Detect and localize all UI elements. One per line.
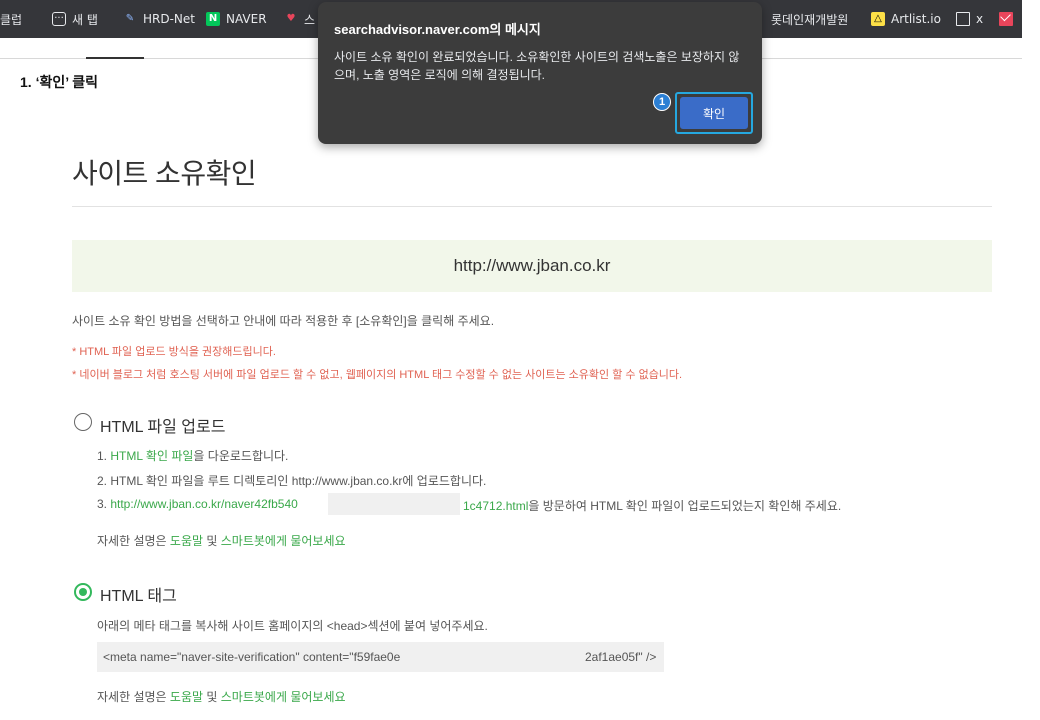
site-url: http://www.jban.co.kr	[453, 256, 611, 275]
step-number: 1.	[97, 449, 111, 463]
smartbot-link[interactable]: 스마트봇에게 물어보세요	[221, 690, 346, 704]
dialog-message: 사이트 소유 확인이 완료되었습니다. 소유확인한 사이트의 검색노출은 보장하…	[334, 50, 740, 82]
redacted-block	[328, 493, 460, 515]
help-middle: 및	[203, 534, 221, 548]
help-prefix: 자세한 설명은	[97, 534, 170, 548]
bookmark-label: 클럽	[0, 12, 23, 27]
upload-step-3-end: 1c4712.html을 방문하여 HTML 확인 파일이 업로드되었는지 확인…	[463, 497, 841, 514]
bookmark-label: 롯데인재개발원	[771, 12, 849, 27]
radio-html-tag[interactable]	[74, 583, 92, 601]
bookmark-artlist[interactable]: △ Artlist.io	[871, 0, 941, 38]
upload-step-3: 3. http://www.jban.co.kr/naver42fb540	[97, 497, 298, 511]
help-prefix: 자세한 설명은	[97, 690, 170, 704]
step-text: 을 다운로드합니다.	[193, 449, 289, 463]
active-tab-indicator	[86, 57, 144, 59]
document-icon	[956, 12, 970, 26]
ok-button-highlight: 확인	[675, 92, 753, 134]
smartbot-link[interactable]: 스마트봇에게 물어보세요	[221, 534, 346, 548]
help-link[interactable]: 도움말	[170, 534, 203, 548]
site-url-box: http://www.jban.co.kr	[72, 240, 992, 292]
naver-icon: N	[206, 12, 220, 26]
verification-url-link-end[interactable]: 1c4712.html	[463, 499, 528, 513]
note-restriction: * 네이버 블로그 처럼 호스팅 서버에 파일 업로드 할 수 없고, 웹페이지…	[72, 369, 683, 381]
bookmark-x[interactable]: x	[956, 0, 983, 38]
bookmark-label: 새 탭	[72, 12, 98, 27]
bookmark-label: NAVER	[226, 12, 267, 26]
help-line-tag: 자세한 설명은 도움말 및 스마트봇에게 물어보세요	[97, 688, 346, 705]
option-label-html-file-upload[interactable]: HTML 파일 업로드	[100, 413, 225, 437]
page-title: 사이트 소유확인	[72, 158, 257, 189]
bookmark-mail[interactable]	[999, 0, 1013, 38]
help-middle: 및	[203, 690, 221, 704]
upload-step-1: 1. HTML 확인 파일을 다운로드합니다.	[97, 447, 288, 464]
bookmark-label: HRD-Net	[143, 12, 195, 26]
bookmark-naver[interactable]: N NAVER	[206, 0, 267, 38]
upload-step-2: 2. HTML 확인 파일을 루트 디렉토리인 http://www.jban.…	[97, 474, 487, 488]
alert-dialog: searchadvisor.naver.com의 메시지 사이트 소유 확인이 …	[318, 2, 762, 144]
mail-icon	[999, 12, 1013, 26]
bookmark-label: Artlist.io	[891, 12, 941, 26]
option-label-html-tag[interactable]: HTML 태그	[100, 582, 177, 606]
bookmark-heart[interactable]: ♥ 스	[284, 0, 316, 38]
step-number: 3.	[97, 497, 111, 511]
dialog-title: searchadvisor.naver.com의 메시지	[334, 22, 541, 37]
bookmark-hrd-net[interactable]: ✎ HRD-Net	[123, 0, 195, 38]
help-line-upload: 자세한 설명은 도움말 및 스마트봇에게 물어보세요	[97, 532, 346, 549]
title-divider	[72, 206, 992, 207]
step-text: 을 방문하여 HTML 확인 파일이 업로드되었는지 확인해 주세요.	[528, 499, 842, 513]
new-tab-icon: ···	[52, 12, 66, 26]
bookmark-label: 스	[304, 12, 316, 27]
help-link[interactable]: 도움말	[170, 690, 203, 704]
bookmark-lotte[interactable]: 롯데인재개발원	[771, 0, 848, 38]
ok-button[interactable]: 확인	[680, 97, 748, 129]
guide-text: 사이트 소유 확인 방법을 선택하고 안내에 따라 적용한 후 [소유확인]을 …	[72, 314, 495, 328]
artlist-icon: △	[871, 12, 885, 26]
meta-tag-box[interactable]: <meta name="naver-site-verification" con…	[97, 642, 664, 672]
hrd-net-icon: ✎	[125, 13, 135, 24]
meta-tag-start: <meta name="naver-site-verification" con…	[103, 650, 401, 664]
step-caption: 1. ‘확인’ 클릭	[20, 74, 98, 90]
bookmark-club[interactable]: 클럽	[0, 0, 22, 38]
verification-url-link-start[interactable]: http://www.jban.co.kr/naver42fb540	[110, 497, 297, 511]
heart-icon: ♥	[286, 13, 296, 24]
bookmark-new-tab[interactable]: ··· 새 탭	[52, 0, 98, 38]
note-recommend: * HTML 파일 업로드 방식을 권장해드립니다.	[72, 346, 276, 358]
meta-tag-instructions: 아래의 메타 태그를 복사해 사이트 홈페이지의 <head>섹션에 붙여 넣어…	[97, 619, 488, 633]
step-badge: 1	[653, 93, 671, 111]
meta-tag-end: 2af1ae05f" />	[585, 650, 657, 664]
bookmark-label: x	[976, 12, 984, 26]
html-file-download-link[interactable]: HTML 확인 파일	[110, 449, 193, 463]
radio-html-file-upload[interactable]	[74, 413, 92, 431]
